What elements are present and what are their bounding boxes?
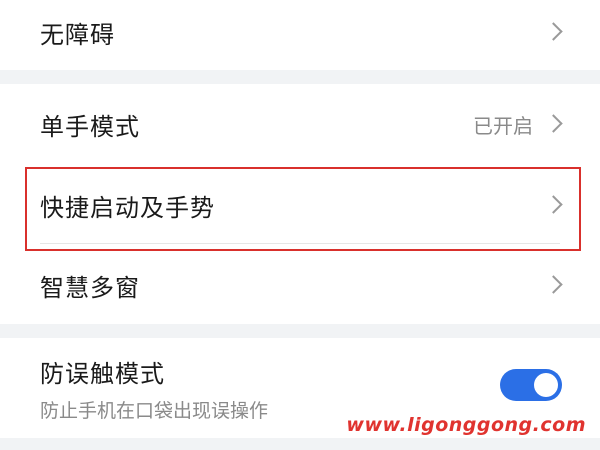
status-value: 已开启 [473,113,533,138]
toggle-knob [534,373,558,397]
chevron-right-icon [544,275,563,294]
settings-item-label: 智慧多窗 [40,273,140,302]
chevron-right-icon [544,114,563,133]
settings-item-label: 快捷启动及手势 [40,193,215,222]
accidental-touch-toggle[interactable] [500,369,562,401]
settings-item-label: 单手模式 [40,112,140,141]
settings-page: 无障碍 单手模式 已开启 快捷启动及手势 智慧多窗 防误触模式 防止手机在口袋出… [0,0,600,450]
chevron-right-icon [544,22,563,41]
settings-item-shortcuts-gestures[interactable]: 快捷启动及手势 [0,165,600,245]
settings-item-one-handed-mode[interactable]: 单手模式 已开启 [0,84,600,164]
settings-item-smart-multi-window[interactable]: 智慧多窗 [0,245,600,325]
settings-item-accessibility[interactable]: 无障碍 [0,0,600,72]
chevron-right-icon [544,195,563,214]
settings-item-label: 无障碍 [40,20,115,49]
settings-item-label: 防误触模式 [40,360,165,388]
divider [40,243,560,244]
watermark-text: www.ligonggong.com [346,414,586,436]
settings-item-description: 防止手机在口袋出现误操作 [40,400,269,422]
